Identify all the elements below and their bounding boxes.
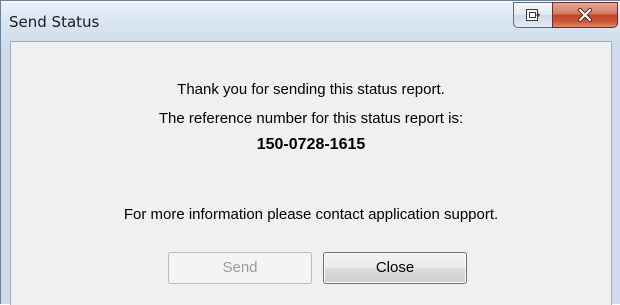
- restore-window-button[interactable]: [513, 2, 553, 28]
- contact-message: For more information please contact appl…: [123, 206, 499, 223]
- reference-number: 150-0728-1615: [256, 136, 366, 153]
- restore-icon: [526, 9, 541, 21]
- reference-label: The reference number for this status rep…: [158, 110, 464, 127]
- close-button[interactable]: Close: [323, 252, 467, 284]
- send-status-window: Send Status Thank you for sending this s…: [0, 0, 620, 305]
- title-bar[interactable]: Send Status: [1, 1, 620, 41]
- close-icon: [578, 8, 592, 22]
- dialog-body: Thank you for sending this status report…: [10, 41, 612, 305]
- thanks-message: Thank you for sending this status report…: [177, 81, 445, 98]
- window-title: Send Status: [9, 13, 100, 31]
- close-window-button[interactable]: [552, 2, 618, 28]
- send-button[interactable]: Send: [168, 252, 312, 284]
